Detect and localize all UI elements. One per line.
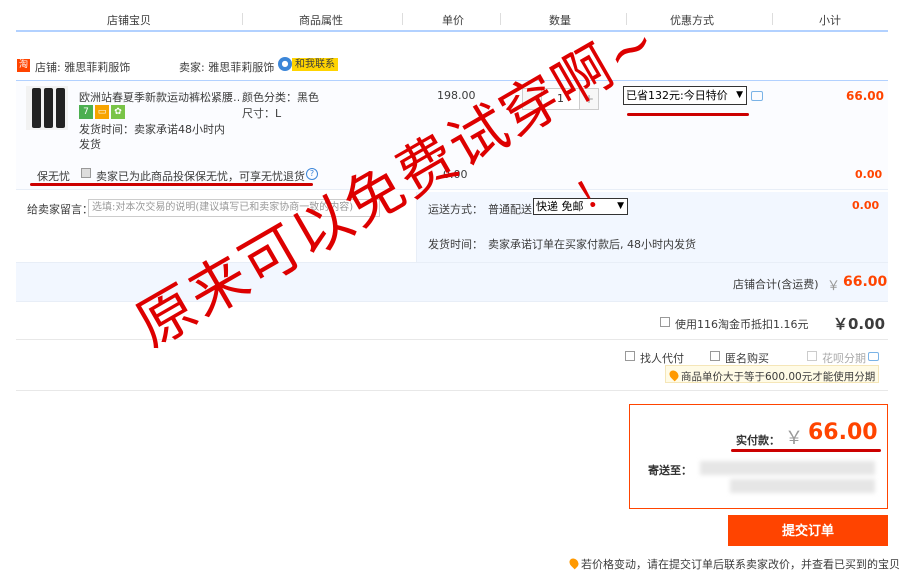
huabei-note: 商品单价大于等于600.00元才能使用分期: [681, 371, 876, 383]
insurance-desc: 卖家已为此商品投保保无忧，可享无忧退货: [96, 170, 305, 183]
ship-time-label: 发货时间：: [428, 238, 483, 251]
shop-name[interactable]: 店铺: 雅思菲莉服饰: [35, 59, 130, 75]
coins-label: 使用116淘金币抵扣1.16元: [675, 318, 809, 331]
header-divider: [500, 13, 501, 25]
comment-icon[interactable]: [868, 352, 879, 361]
taobao-logo-icon: 淘: [17, 59, 30, 72]
ship-time-text: 卖家承诺订单在买家付款后, 48小时内发货: [488, 238, 696, 251]
qty-minus-button[interactable]: -: [523, 89, 541, 109]
header-divider: [772, 13, 773, 25]
guarantee-icon: ✿: [111, 105, 125, 119]
anonymous-label[interactable]: 匿名购买: [725, 350, 769, 366]
chat-icon[interactable]: ●: [278, 57, 292, 71]
header-attr: 商品属性: [299, 14, 343, 27]
seven-day-return-icon: 7: [79, 105, 93, 119]
header-divider: [626, 13, 627, 25]
address-redacted: [730, 479, 875, 493]
currency-symbol: ￥: [785, 428, 803, 449]
contact-seller-button[interactable]: 和我联系: [292, 58, 338, 71]
shipping-method: 普通配送: [488, 203, 532, 216]
anonymous-checkbox[interactable]: [710, 351, 720, 361]
divider: [16, 339, 888, 340]
shop-total-value: 66.00: [843, 274, 888, 290]
shop-total-label: 店铺合计(含运费): [733, 278, 819, 291]
dropdown-arrow-icon: ▼: [736, 90, 743, 100]
proxy-pay-checkbox[interactable]: [625, 351, 635, 361]
huabei-label[interactable]: 花呗分期: [822, 350, 866, 366]
unit-price: 198.00: [437, 89, 476, 102]
header-divider: [402, 13, 403, 25]
shipping-select[interactable]: 快递 免邮 ▼: [533, 198, 628, 215]
ship-to-label: 寄送至：: [648, 464, 692, 477]
footer-note: 若价格变动，请在提交订单后联系卖家改价，并查看已买到的宝贝: [581, 558, 900, 571]
product-title[interactable]: 欧洲站春夏季新款运动裤松紧腰…: [79, 89, 239, 105]
address-redacted: [700, 461, 875, 475]
message-label: 给卖家留言：: [27, 203, 93, 216]
header-subtotal: 小计: [819, 14, 841, 27]
seller-name[interactable]: 卖家: 雅思菲莉服饰: [179, 59, 274, 75]
credit-card-icon: ▭: [95, 105, 109, 119]
header-item: 店铺宝贝: [107, 14, 151, 27]
ship-promise: 发货时间：卖家承诺48小时内发货: [79, 123, 225, 151]
header-promo: 优惠方式: [670, 14, 714, 27]
annotation-underline: [30, 183, 313, 186]
promo-select[interactable]: 已省132元:今日特价 ▼: [623, 86, 747, 105]
insurance-subtotal: 0.00: [855, 168, 883, 181]
coins-checkbox[interactable]: [660, 317, 670, 327]
message-input[interactable]: 选填:对本次交易的说明(建议填写已和卖家协商一致的内容): [88, 199, 380, 217]
qty-input[interactable]: 1: [541, 89, 580, 109]
comment-icon[interactable]: [751, 91, 763, 101]
product-thumbnail[interactable]: [26, 86, 68, 130]
annotation-underline: [731, 449, 881, 452]
submit-order-button[interactable]: 提交订单: [728, 515, 888, 546]
shipping-select-value: 快递 免邮: [536, 200, 584, 213]
quantity-stepper[interactable]: - 1 +: [522, 88, 599, 110]
annotation-underline: [627, 113, 749, 116]
table-header: 店铺宝贝 商品属性 单价 数量 优惠方式 小计: [16, 0, 888, 32]
shipping-label: 运送方式：: [428, 203, 483, 216]
size-attr: 尺寸：L: [242, 107, 282, 120]
header-qty: 数量: [549, 14, 571, 27]
header-price: 单价: [442, 14, 464, 27]
header-divider: [242, 13, 243, 25]
qty-plus-button[interactable]: +: [580, 89, 598, 109]
location-pin-icon: [567, 556, 581, 570]
proxy-pay-label[interactable]: 找人代付: [640, 350, 684, 366]
dropdown-arrow-icon: ▼: [617, 201, 624, 211]
promo-select-value: 已省132元:今日特价: [626, 89, 728, 102]
shipping-cost: 0.00: [852, 199, 880, 212]
item-subtotal: 66.00: [846, 89, 884, 103]
divider: [16, 390, 888, 391]
huabei-checkbox[interactable]: [807, 351, 817, 361]
insurance-checkbox[interactable]: [81, 168, 91, 178]
insurance-label: 保无忧: [37, 170, 70, 183]
help-icon[interactable]: ?: [306, 168, 318, 180]
pay-label: 实付款：: [736, 434, 780, 447]
currency-symbol: ￥: [827, 279, 841, 294]
insurance-price: 0.00: [443, 168, 468, 181]
pay-total: 66.00: [808, 420, 878, 445]
coins-value: ￥0.00: [833, 315, 886, 333]
color-attr: 颜色分类：黑色: [242, 91, 319, 104]
